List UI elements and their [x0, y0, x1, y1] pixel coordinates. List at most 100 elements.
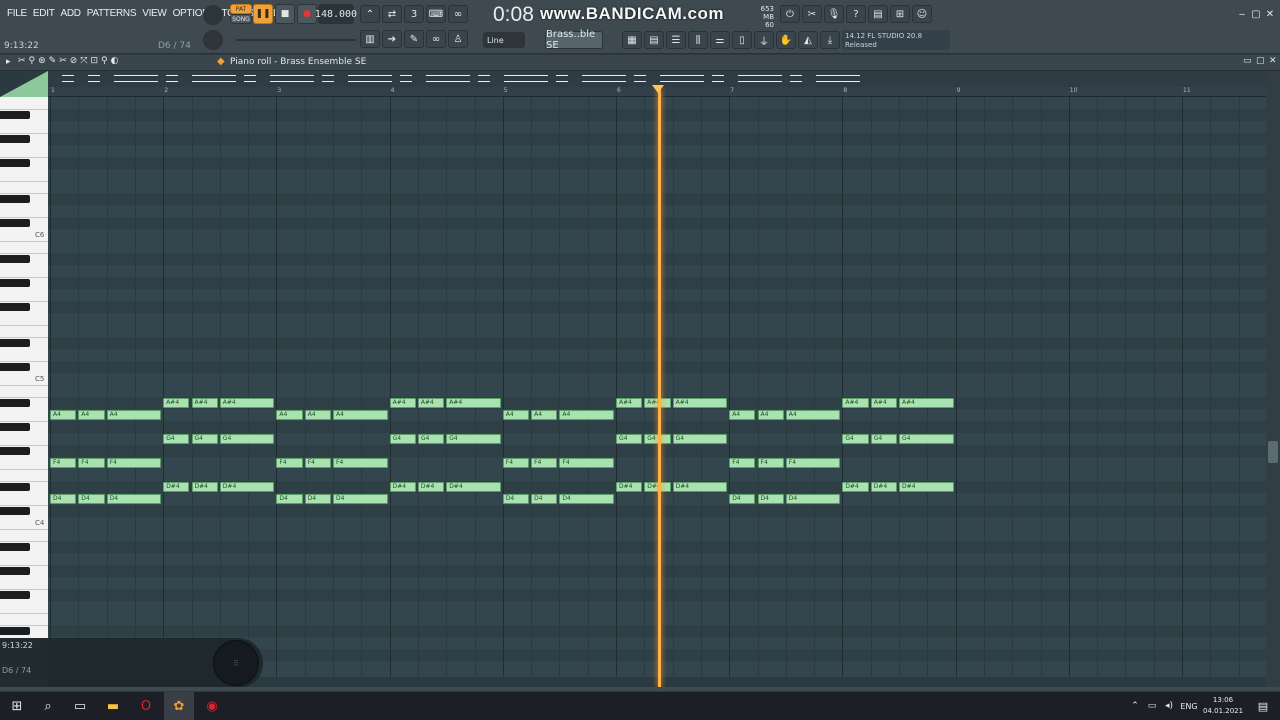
note[interactable]: A4	[276, 410, 303, 420]
stop-button[interactable]: ■	[275, 4, 295, 24]
news-panel[interactable]: 14.12 FL STUDIO 20.8 Released	[842, 30, 950, 50]
black-key[interactable]	[0, 339, 30, 347]
browser-icon[interactable]: ▯	[732, 31, 752, 49]
menu-patterns[interactable]: PATTERNS	[84, 8, 139, 19]
note[interactable]: A4	[78, 410, 105, 420]
note[interactable]: A#4	[417, 398, 445, 408]
note[interactable]: A#4	[899, 398, 954, 408]
note[interactable]: D#4	[870, 482, 897, 492]
black-key[interactable]	[0, 135, 30, 143]
note[interactable]: F4	[729, 458, 756, 468]
black-key[interactable]	[0, 399, 30, 407]
tempo-display[interactable]: 148.000	[315, 4, 357, 24]
note[interactable]: A4	[785, 410, 841, 420]
note[interactable]: F4	[531, 458, 558, 468]
note[interactable]: G4	[616, 434, 643, 444]
black-key[interactable]	[0, 567, 30, 575]
step-edit-icon[interactable]: ⌨	[426, 5, 446, 23]
black-key[interactable]	[0, 627, 30, 635]
pitch-knob[interactable]	[203, 30, 223, 50]
file-explorer-icon[interactable]: ▬	[98, 692, 128, 720]
piano-roll-tool-icon[interactable]: ▥	[360, 30, 380, 48]
note[interactable]: A4	[106, 410, 162, 420]
help-icon[interactable]: ?	[846, 5, 866, 23]
note[interactable]: A#4	[446, 398, 501, 408]
note[interactable]: F4	[276, 458, 303, 468]
black-key[interactable]	[0, 255, 30, 263]
mic-icon[interactable]: 🎙	[824, 5, 844, 23]
wait-input-icon[interactable]: ⇄	[382, 5, 402, 23]
touch-keyboard-icon[interactable]: ◭	[798, 31, 818, 49]
download-icon[interactable]: ⤓	[820, 31, 840, 49]
note[interactable]: D4	[785, 494, 841, 504]
black-key[interactable]	[0, 159, 30, 167]
metronome-icon[interactable]: ⌃	[360, 5, 380, 23]
song-mode-button[interactable]: SONG	[230, 14, 252, 24]
minimize-icon[interactable]: ‒	[1236, 5, 1248, 23]
menu-edit[interactable]: EDIT	[30, 8, 58, 19]
note[interactable]: F4	[304, 458, 331, 468]
vertical-scroll-thumb[interactable]	[1268, 441, 1278, 463]
pr-maximize-icon[interactable]: ▢	[1256, 56, 1265, 66]
black-key[interactable]	[0, 363, 30, 371]
note[interactable]: D#4	[191, 482, 218, 492]
note[interactable]: F4	[78, 458, 105, 468]
master-volume-knob[interactable]	[203, 5, 223, 25]
main-pitch-slider[interactable]	[236, 39, 356, 41]
note[interactable]: F4	[757, 458, 784, 468]
note[interactable]: A#4	[389, 398, 416, 408]
black-key[interactable]	[0, 111, 30, 119]
link-icon[interactable]: ∞	[426, 30, 446, 48]
black-key[interactable]	[0, 195, 30, 203]
note[interactable]: A#4	[219, 398, 275, 408]
volume-icon[interactable]: ◂)	[1162, 692, 1176, 720]
chat-icon[interactable]: ☺	[912, 5, 932, 23]
menu-add[interactable]: ADD	[58, 8, 84, 19]
black-key[interactable]	[0, 423, 30, 431]
note[interactable]: A#4	[870, 398, 897, 408]
note[interactable]: D4	[276, 494, 303, 504]
note[interactable]: G4	[163, 434, 190, 444]
pat-mode-button[interactable]: PAT	[230, 4, 252, 14]
note[interactable]: A#4	[163, 398, 190, 408]
note[interactable]: F4	[106, 458, 162, 468]
menu-view[interactable]: VIEW	[139, 8, 169, 19]
note[interactable]: D#4	[672, 482, 728, 492]
windows-start-icon[interactable]: ⊞	[2, 692, 32, 720]
channel-rack-icon[interactable]: ☰	[666, 31, 686, 49]
note[interactable]: F4	[502, 458, 530, 468]
black-key[interactable]	[0, 219, 30, 227]
note[interactable]: D4	[729, 494, 756, 504]
note[interactable]: A#4	[191, 398, 218, 408]
language-indicator[interactable]: ENG	[1178, 692, 1200, 720]
note[interactable]: A4	[757, 410, 784, 420]
arrow-icon[interactable]: ➔	[382, 30, 402, 48]
brush-icon[interactable]: ✎	[404, 30, 424, 48]
note[interactable]: A4	[559, 410, 614, 420]
note[interactable]: A4	[333, 410, 388, 420]
note[interactable]: F4	[559, 458, 614, 468]
note[interactable]: D4	[757, 494, 784, 504]
note[interactable]: D4	[106, 494, 162, 504]
note[interactable]: A#4	[616, 398, 643, 408]
countdown-icon[interactable]: 3	[404, 5, 424, 23]
note[interactable]: G4	[191, 434, 218, 444]
black-key[interactable]	[0, 279, 30, 287]
snap-select[interactable]: Line	[483, 32, 525, 48]
black-key[interactable]	[0, 543, 30, 551]
note[interactable]: A4	[729, 410, 756, 420]
black-key[interactable]	[0, 483, 30, 491]
fl-studio-taskbar-icon[interactable]: ✿	[164, 692, 194, 720]
note[interactable]: G4	[842, 434, 869, 444]
note[interactable]: A#4	[842, 398, 869, 408]
note[interactable]: F4	[785, 458, 841, 468]
playlist-icon[interactable]: ▦	[622, 31, 642, 49]
pr-close-icon[interactable]: ✕	[1269, 56, 1277, 66]
note[interactable]: G4	[672, 434, 728, 444]
note[interactable]: G4	[899, 434, 954, 444]
network-icon[interactable]: ▭	[1145, 692, 1159, 720]
vertical-scrollbar[interactable]	[1266, 71, 1280, 687]
channel-selector[interactable]: Brass..ble SE	[545, 29, 603, 51]
note[interactable]: D4	[531, 494, 558, 504]
pr-minimize-icon[interactable]: ▭	[1243, 56, 1252, 66]
